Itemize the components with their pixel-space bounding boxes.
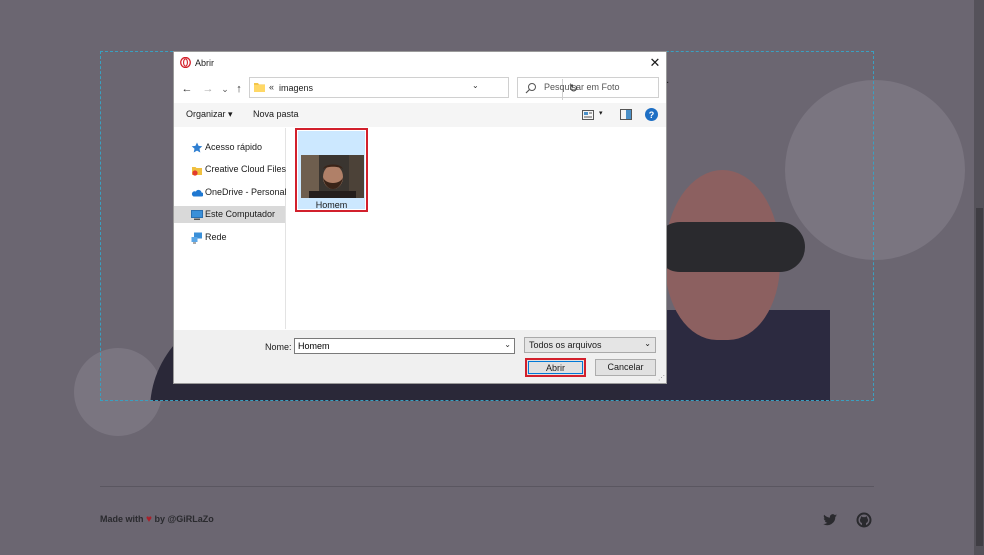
- sidebar-item-onedrive[interactable]: OneDrive - Personal: [174, 184, 287, 201]
- file-type-select[interactable]: Todos os arquivos ⌄: [524, 337, 656, 353]
- computer-icon: [191, 210, 203, 220]
- navigation-bar: ← → ⌄ ↑ « imagens ⌄ ↻: [174, 76, 666, 102]
- sidebar-item-this-pc[interactable]: Este Computador: [174, 206, 285, 223]
- search-icon: [525, 83, 536, 94]
- sidebar-item-label: Acesso rápido: [205, 142, 263, 152]
- chevron-down-icon: ⌄: [644, 339, 651, 348]
- file-name-field[interactable]: ⌄: [294, 338, 515, 354]
- heart-icon: ♥: [146, 514, 152, 525]
- file-name-label: Nome:: [265, 342, 292, 352]
- network-icon: [191, 232, 202, 244]
- up-folder-icon[interactable]: ↑: [232, 82, 246, 96]
- page-scrollbar[interactable]: [974, 0, 984, 555]
- address-bar[interactable]: « imagens ⌄ ↻: [249, 77, 578, 100]
- dialog-titlebar[interactable]: Abrir ✕: [174, 52, 666, 74]
- sidebar-item-label: Creative Cloud Files: [205, 164, 287, 174]
- github-icon[interactable]: [856, 512, 872, 528]
- view-options-dropdown-icon[interactable]: ▾: [599, 109, 603, 117]
- file-name: Homem: [315, 200, 348, 210]
- search-box[interactable]: [517, 77, 659, 98]
- navigation-pane: Acesso rápido Creative Cloud Files OneDr…: [174, 128, 287, 329]
- sidebar-item-label: OneDrive - Personal: [205, 187, 287, 197]
- sidebar-item-network[interactable]: Rede: [174, 229, 285, 246]
- new-folder-button[interactable]: Nova pasta: [253, 109, 299, 119]
- sidebar-item-quick-access[interactable]: Acesso rápido: [174, 139, 285, 156]
- cancel-button[interactable]: Cancelar: [595, 359, 656, 376]
- footer-divider: [100, 486, 874, 487]
- breadcrumb-overflow[interactable]: «: [269, 82, 274, 92]
- footer-credit: Made with ♥ by @GiRLaZo: [100, 514, 214, 525]
- chevron-down-icon[interactable]: ⌄: [504, 340, 511, 349]
- opera-icon: [180, 57, 191, 68]
- file-name-input[interactable]: [298, 341, 493, 351]
- svg-text:?: ?: [649, 110, 655, 120]
- open-file-dialog: Abrir ✕ ← → ⌄ ↑ « imagens ⌄ ↻ Organizar …: [173, 51, 667, 384]
- help-icon[interactable]: ?: [645, 108, 658, 121]
- file-selection-highlight: Homem: [298, 131, 365, 210]
- resize-grip-icon[interactable]: ⋰: [658, 374, 665, 382]
- creative-cloud-icon: [192, 167, 202, 176]
- scrollbar-thumb[interactable]: [976, 208, 983, 546]
- search-input[interactable]: [544, 82, 654, 92]
- sidebar-item-label: Este Computador: [205, 209, 276, 219]
- breadcrumb-current-folder[interactable]: imagens: [279, 83, 313, 93]
- preview-pane-icon[interactable]: [620, 109, 632, 120]
- file-type-value: Todos os arquivos: [529, 340, 602, 350]
- dialog-footer: Nome: ⌄ Todos os arquivos ⌄ Abrir Cancel…: [174, 330, 666, 383]
- twitter-icon[interactable]: [822, 512, 838, 528]
- open-button[interactable]: Abrir: [525, 358, 586, 377]
- open-button-label: Abrir: [528, 361, 583, 374]
- dialog-title: Abrir: [195, 58, 215, 68]
- recent-locations-icon[interactable]: ⌄: [218, 82, 232, 96]
- thumbnail-image: [301, 155, 364, 198]
- command-toolbar: Organizar ▾ Nova pasta ▾ ?: [174, 103, 666, 127]
- back-arrow-icon[interactable]: ←: [180, 82, 194, 96]
- folder-icon: [254, 83, 265, 92]
- organize-button[interactable]: Organizar ▾: [186, 109, 233, 120]
- onedrive-icon: [191, 189, 203, 197]
- star-icon: [191, 142, 203, 153]
- forward-arrow-icon[interactable]: →: [201, 82, 215, 96]
- sidebar-item-label: Rede: [205, 232, 227, 242]
- footer-author[interactable]: by @GiRLaZo: [154, 514, 213, 524]
- file-list: Homem: [286, 128, 666, 329]
- change-view-icon[interactable]: [582, 110, 594, 120]
- footer-made-with: Made with: [100, 514, 144, 524]
- file-thumbnail: [301, 155, 364, 198]
- close-button[interactable]: ✕: [644, 52, 666, 74]
- sidebar-item-creative-cloud[interactable]: Creative Cloud Files: [174, 161, 287, 178]
- address-dropdown-icon[interactable]: ⌄: [472, 81, 479, 90]
- file-item[interactable]: Homem: [295, 128, 368, 212]
